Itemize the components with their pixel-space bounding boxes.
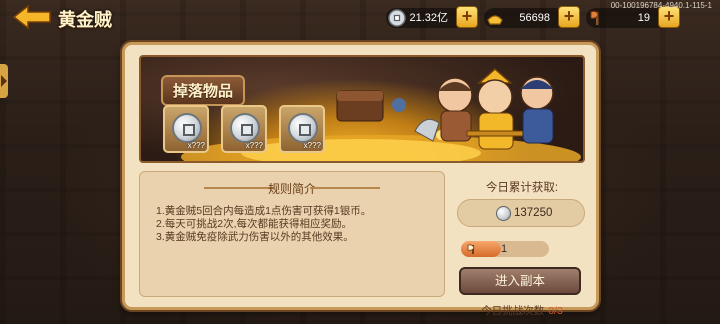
silver-coin-icon (288, 113, 318, 143)
today-total-value: 137250 (514, 207, 553, 219)
today-total-box: 137250 (457, 199, 585, 227)
drop-quantity: x??? (303, 141, 321, 150)
main-panel: 掉落物品 x??? x??? x??? 规则简介 1.黄金贼5回合内每造成1点伤… (122, 42, 599, 317)
silver-coin-icon (172, 113, 202, 143)
silver-value: 21.32亿 (409, 12, 448, 24)
rules-list: 1.黄金贼5回合内每造成1点伤害可获得1银币。 2.每天可挑战2次,每次都能获得… (156, 205, 371, 244)
drop-banner: 掉落物品 x??? x??? x??? (139, 55, 585, 163)
axe-count-bar: 1 (461, 241, 549, 257)
rule-line: 3.黄金贼免疫除武力伤害以外的其他效果。 (156, 231, 354, 243)
silver-coin-icon (496, 206, 511, 221)
gold-ingot-icon (486, 9, 504, 27)
rules-box: 规则简介 1.黄金贼5回合内每造成1点伤害可获得1银币。 2.每天可挑战2次,每… (139, 171, 445, 297)
top-bar: 黄金贼 21.32亿 + 56698 + 19 + 00-100196784-4… (0, 0, 720, 38)
back-arrow-icon[interactable] (12, 4, 52, 30)
silver-resource: 21.32亿 + (386, 6, 478, 28)
drop-quantity: x??? (245, 141, 263, 150)
drop-item-slot[interactable]: x??? (163, 105, 209, 153)
challenge-count-row: 今日挑战次数 0/3 (457, 303, 587, 318)
stats-panel: 今日累计获取: 137250 1 进入副本 今日挑战次数 0/3 (457, 171, 587, 317)
axe-value: 19 (637, 12, 650, 24)
challenge-count-value: 0/3 (548, 305, 563, 317)
rules-heading: 规则简介 (267, 182, 316, 196)
bandit-characters-illustration (414, 68, 554, 150)
rule-line: 1.黄金贼5回合内每造成1点伤害可获得1银币。 (156, 205, 372, 217)
axe-count-value: 1 (501, 243, 508, 255)
player-id: 00-100196784-4940.1-115-1 (610, 1, 712, 10)
drop-item-slot[interactable]: x??? (279, 105, 325, 153)
divider (310, 187, 380, 189)
today-total-label: 今日累计获取: (485, 182, 559, 194)
axe-icon (467, 244, 475, 254)
drop-quantity: x??? (187, 141, 205, 150)
drop-items-title: 掉落物品 (161, 75, 246, 106)
challenge-count-label: 今日挑战次数 (481, 305, 545, 317)
drop-item-slot[interactable]: x??? (221, 105, 267, 153)
axe-resource: 19 + (586, 6, 680, 28)
side-expand-tab[interactable] (0, 64, 8, 98)
add-gold-button[interactable]: + (558, 6, 580, 28)
enter-dungeon-button[interactable]: 进入副本 (459, 267, 581, 295)
rule-line: 2.每天可挑战2次,每次都能获得相应奖励。 (156, 218, 353, 230)
gold-value: 56698 (519, 12, 550, 24)
silver-coin-icon (388, 9, 406, 27)
add-silver-button[interactable]: + (456, 6, 478, 28)
silver-coin-icon (230, 113, 260, 143)
gold-resource: 56698 + (484, 6, 580, 28)
page-title: 黄金贼 (58, 10, 112, 30)
axe-icon (588, 9, 606, 27)
screen: 黄金贼 21.32亿 + 56698 + 19 + 00-100196784-4… (0, 0, 720, 324)
